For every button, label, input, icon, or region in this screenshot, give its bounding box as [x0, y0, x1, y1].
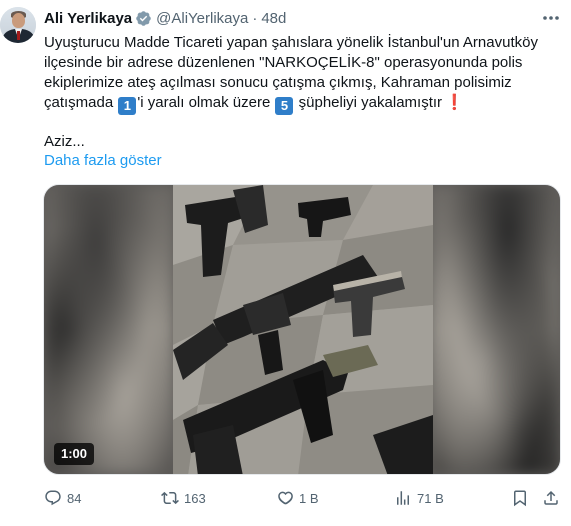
reply-count: 84	[67, 490, 82, 506]
video-thumbnail	[173, 185, 433, 474]
repost-button[interactable]: 163	[161, 486, 206, 510]
tweet-header: Ali Yerlikaya @AliYerlikaya · 48d	[44, 8, 286, 28]
reply-button[interactable]: 84	[44, 486, 81, 510]
keycap-five-emoji: 5	[275, 97, 294, 115]
show-more-link[interactable]: Daha fazla göster	[44, 152, 162, 169]
tweet-text-segment: şüpheliyi yakalamıştır	[298, 94, 443, 111]
tweet-text-line-2: ilçesinde bir adrese düzenlenen "NARKOÇE…	[44, 54, 523, 71]
tweet-text-segment: çatışmada	[44, 94, 114, 111]
truncated-text: Aziz...	[44, 133, 85, 150]
analytics-icon	[397, 491, 409, 505]
bookmark-icon	[514, 490, 526, 507]
repost-count: 163	[184, 490, 206, 506]
tweet-text-line-3: ekiplerimize ateş açılması sonucu çatışm…	[44, 74, 512, 91]
keycap-one-emoji: 1	[118, 97, 137, 115]
views-count: 71 B	[417, 490, 444, 506]
like-button[interactable]: 1 B	[276, 486, 319, 510]
video-duration: 1:00	[54, 443, 95, 465]
share-button[interactable]	[542, 486, 560, 510]
heart-icon	[278, 491, 293, 505]
tweet-text: Uyuşturucu Madde Ticareti yapan şahıslar…	[44, 33, 564, 115]
like-count: 1 B	[299, 490, 319, 506]
author-handle[interactable]: @AliYerlikaya	[156, 10, 248, 27]
separator-dot: ·	[252, 9, 258, 27]
video-blurred-edge-right	[430, 185, 560, 474]
tweet-text-segment: 'i yaralı olmak üzere	[137, 94, 271, 111]
tweet-text-line-4: çatışmada 1'i yaralı olmak üzere 5 şüphe…	[44, 93, 564, 115]
exclamation-emoji: ❗	[445, 94, 464, 111]
verified-badge-icon	[136, 10, 151, 26]
repost-icon	[161, 491, 179, 505]
video-blurred-edge-left	[44, 185, 174, 474]
tweet-time[interactable]: 48d	[261, 10, 286, 27]
more-dots-icon[interactable]	[541, 12, 561, 24]
views-button[interactable]: 71 B	[394, 486, 444, 510]
author-name[interactable]: Ali Yerlikaya	[44, 10, 132, 27]
bookmark-button[interactable]	[511, 486, 529, 510]
tweet[interactable]: Ali Yerlikaya @AliYerlikaya · 48d Uyuştu…	[0, 0, 571, 526]
avatar[interactable]	[0, 7, 36, 43]
video-player[interactable]: 1:00	[43, 184, 561, 475]
tweet-text-line-1: Uyuşturucu Madde Ticareti yapan şahıslar…	[44, 34, 538, 51]
reply-icon	[45, 490, 61, 506]
share-icon	[544, 490, 558, 505]
action-bar: 84 163 1 B 71 B	[44, 486, 561, 510]
